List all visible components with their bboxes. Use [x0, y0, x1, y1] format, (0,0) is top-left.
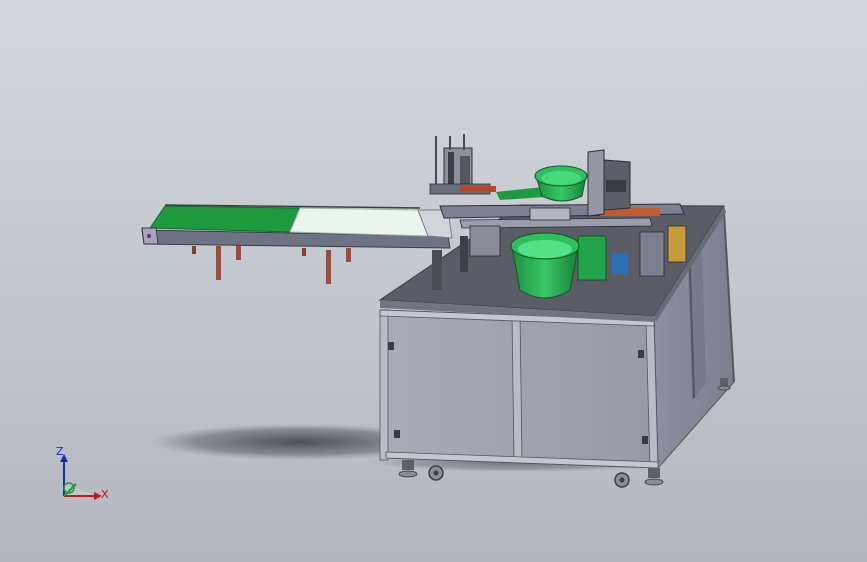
- vibratory-bowl-rear: [534, 165, 588, 202]
- z-axis-label: Z: [56, 445, 64, 458]
- x-axis-label: X: [101, 488, 109, 501]
- axis-triad: Z X: [40, 440, 120, 520]
- triad-graphic: [60, 454, 102, 500]
- cabinet-front: [379, 309, 659, 469]
- infeed-conveyor: [141, 204, 453, 284]
- cad-viewport[interactable]: Z X: [0, 0, 867, 562]
- machine-3d-model: [141, 134, 735, 488]
